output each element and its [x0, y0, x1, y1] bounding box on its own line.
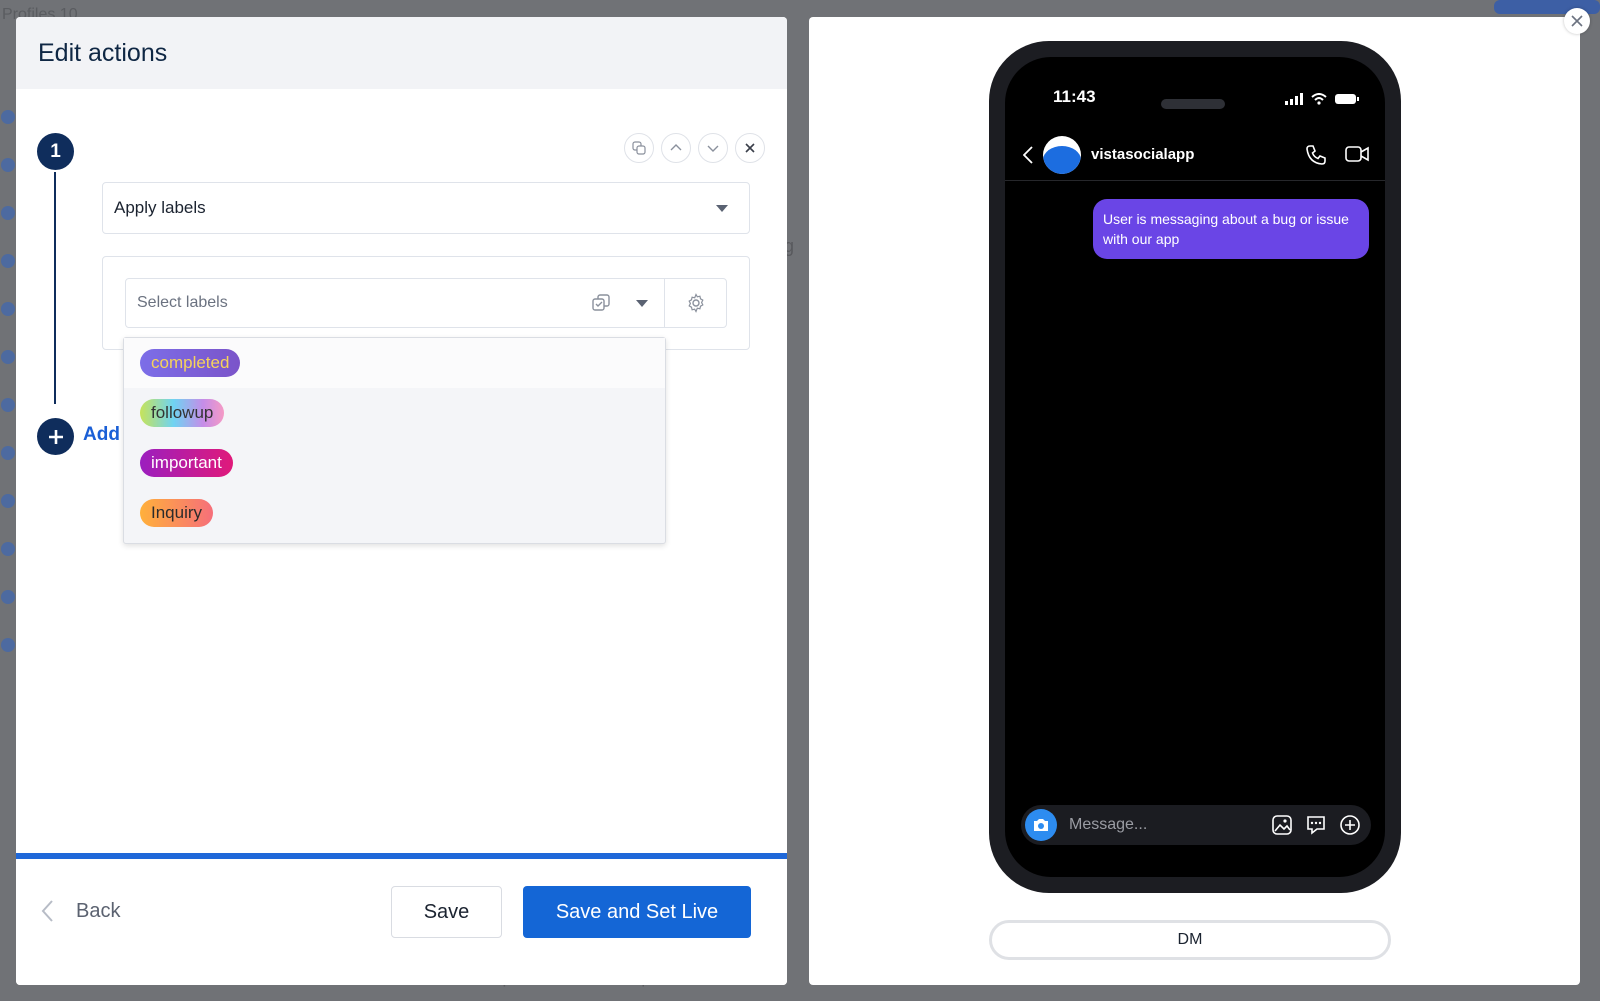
phone-frame: 11:43 vistasocialapp User is messaging a… [989, 41, 1401, 893]
status-icons [1285, 93, 1359, 105]
preview-panel: 11:43 vistasocialapp User is messaging a… [809, 17, 1580, 985]
copy-icon [632, 141, 646, 155]
label-option-completed[interactable]: completed [124, 338, 665, 388]
chevron-up-icon [670, 144, 682, 151]
status-time: 11:43 [1053, 87, 1096, 106]
back-button[interactable]: Back [40, 899, 120, 923]
phone-screen: 11:43 vistasocialapp User is messaging a… [1005, 57, 1385, 877]
label-option-important[interactable]: important [124, 438, 665, 488]
modal-header: Edit actions [16, 17, 787, 89]
label-option-inquiry[interactable]: Inquiry [124, 488, 665, 538]
action-type-select[interactable]: Apply labels [102, 182, 750, 234]
labels-dropdown-toggle[interactable] [620, 299, 664, 307]
sticker-icon[interactable] [1305, 814, 1327, 836]
chat-username: vistasocialapp [1091, 146, 1195, 163]
label-pill: important [140, 449, 233, 477]
chat-header: vistasocialapp [1005, 129, 1385, 181]
chevron-down-icon [707, 145, 719, 152]
background-icon [1, 206, 15, 220]
background-icon [1, 398, 15, 412]
step-number-badge: 1 [37, 133, 74, 170]
modal-footer: Back Save Save and Set Live [16, 859, 787, 985]
step-controls [624, 133, 765, 163]
labels-select[interactable]: Select labels [125, 278, 727, 328]
message-input-bar[interactable]: Message... [1021, 805, 1371, 845]
background-icon [1, 350, 15, 364]
background-icon [1, 110, 15, 124]
label-pill: Inquiry [140, 499, 214, 527]
select-all-labels-icon[interactable] [582, 293, 620, 313]
background-icon [1, 494, 15, 508]
close-icon [1571, 15, 1583, 27]
plus-icon [48, 429, 63, 444]
message-input-placeholder: Message... [1069, 816, 1148, 833]
step-connector-line [54, 172, 56, 404]
remove-step-button[interactable] [735, 133, 765, 163]
gallery-icon[interactable] [1271, 814, 1293, 836]
phone-call-icon[interactable] [1305, 144, 1327, 166]
add-action-label[interactable]: Add [83, 424, 120, 446]
background-icon [1, 590, 15, 604]
camera-icon[interactable] [1025, 809, 1057, 841]
background-icon [1, 254, 15, 268]
back-arrow-icon[interactable] [1023, 145, 1033, 164]
background-icon [1, 158, 15, 172]
save-and-set-live-button[interactable]: Save and Set Live [523, 886, 751, 938]
background-icon [1, 302, 15, 316]
caret-down-icon [636, 299, 648, 307]
avatar [1043, 135, 1081, 174]
labels-dropdown-menu: completed followup important Inquiry [123, 337, 666, 544]
labels-config-box: Select labels [102, 256, 750, 350]
duplicate-step-button[interactable] [624, 133, 654, 163]
preview-tab-dm[interactable]: DM [989, 920, 1391, 960]
dynamic-island [1161, 99, 1225, 109]
background-icon [1, 446, 15, 460]
save-button[interactable]: Save [391, 886, 502, 938]
labels-select-placeholder: Select labels [137, 294, 228, 311]
modal-title: Edit actions [38, 39, 168, 67]
labels-settings-button[interactable] [664, 279, 726, 327]
move-step-up-button[interactable] [661, 133, 691, 163]
action-type-value: Apply labels [114, 198, 206, 217]
background-icon [1, 542, 15, 556]
caret-down-icon [716, 204, 728, 212]
back-label: Back [76, 899, 121, 922]
message-actions [1271, 814, 1361, 836]
gear-icon [687, 293, 704, 313]
close-icon [745, 143, 755, 153]
message-bubble: User is messaging about a bug or issue w… [1093, 199, 1369, 259]
signal-icon [1285, 93, 1303, 105]
background-sidebar [0, 110, 16, 686]
chat-actions [1305, 144, 1369, 166]
video-call-icon[interactable] [1345, 144, 1369, 164]
add-action-button[interactable] [37, 418, 74, 455]
wifi-icon [1311, 93, 1327, 105]
label-pill: completed [140, 349, 241, 377]
move-step-down-button[interactable] [698, 133, 728, 163]
label-option-followup[interactable]: followup [124, 388, 665, 438]
add-circle-icon[interactable] [1339, 814, 1361, 836]
close-preview-button[interactable] [1564, 8, 1590, 34]
chevron-left-icon [41, 900, 53, 922]
background-icon [1, 638, 15, 652]
edit-actions-modal: Edit actions 1 Apply labels Select label… [16, 17, 787, 985]
label-pill: followup [140, 399, 225, 427]
battery-icon [1335, 94, 1359, 104]
